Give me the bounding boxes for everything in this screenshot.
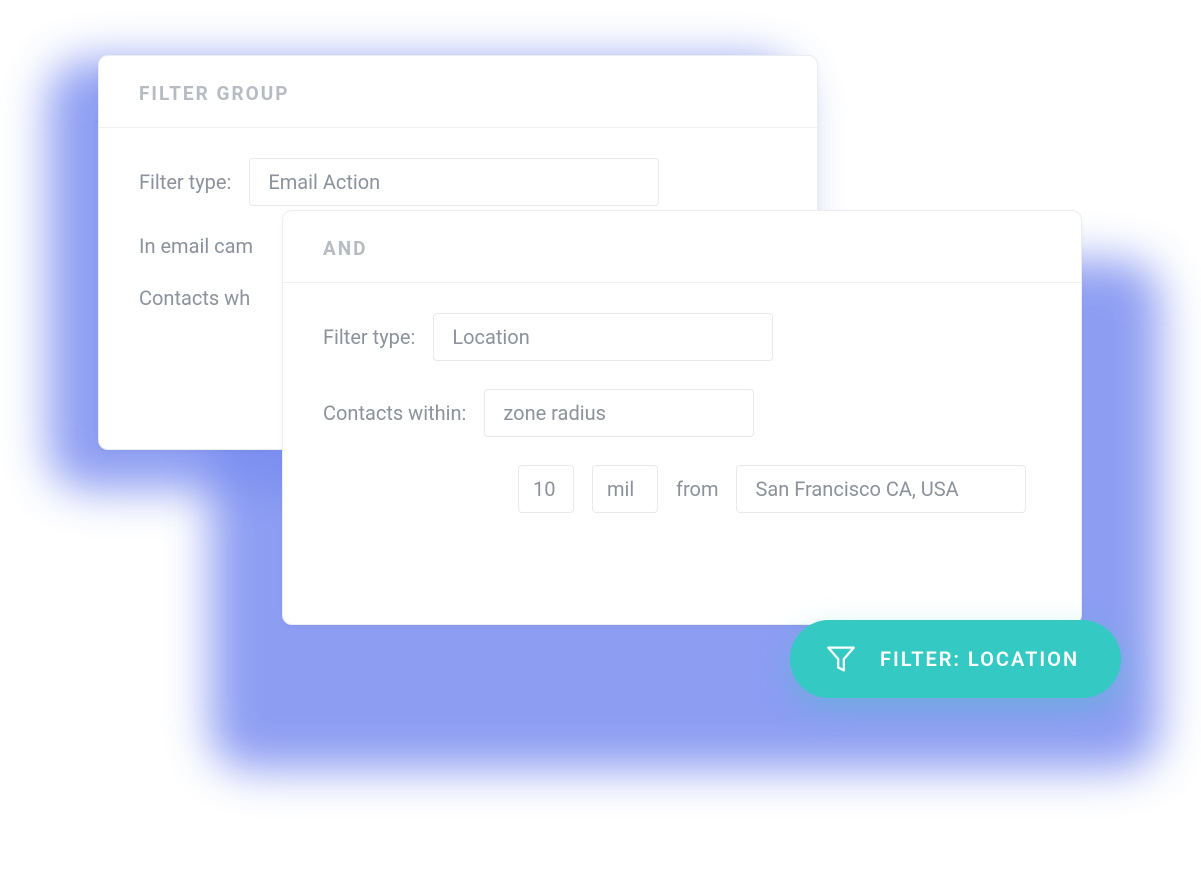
- contacts-within-select[interactable]: zone radius: [484, 389, 754, 437]
- and-filter-card: AND Filter type: Location Contacts withi…: [282, 210, 1082, 625]
- and-filter-title: AND: [323, 237, 1041, 260]
- filter-location-pill[interactable]: FILTER: LOCATION: [790, 620, 1121, 698]
- contacts-who-text: Contacts wh: [139, 286, 250, 310]
- email-campaign-text: In email cam: [139, 234, 253, 258]
- and-filter-row-within: Contacts within: zone radius: [323, 389, 1041, 437]
- location-input[interactable]: San Francisco CA, USA: [736, 465, 1026, 513]
- contacts-within-label: Contacts within:: [323, 401, 466, 425]
- filter-group-header: FILTER GROUP: [99, 56, 817, 128]
- filter-type-label: Filter type:: [139, 170, 231, 194]
- and-filter-header: AND: [283, 211, 1081, 283]
- filter-group-row-type: Filter type: Email Action: [139, 158, 777, 206]
- and-filter-type-select[interactable]: Location: [433, 313, 773, 361]
- filter-location-pill-label: FILTER: LOCATION: [880, 647, 1079, 671]
- and-filter-body: Filter type: Location Contacts within: z…: [283, 283, 1081, 553]
- distance-input[interactable]: 10: [518, 465, 574, 513]
- and-filter-row-type: Filter type: Location: [323, 313, 1041, 361]
- distance-unit-select[interactable]: mil: [592, 465, 658, 513]
- filter-type-select[interactable]: Email Action: [249, 158, 659, 206]
- and-filter-type-label: Filter type:: [323, 325, 415, 349]
- and-filter-row-distance: 10 mil from San Francisco CA, USA: [323, 465, 1041, 513]
- from-label: from: [676, 477, 718, 501]
- filter-group-title: FILTER GROUP: [139, 82, 777, 105]
- funnel-icon: [824, 642, 858, 676]
